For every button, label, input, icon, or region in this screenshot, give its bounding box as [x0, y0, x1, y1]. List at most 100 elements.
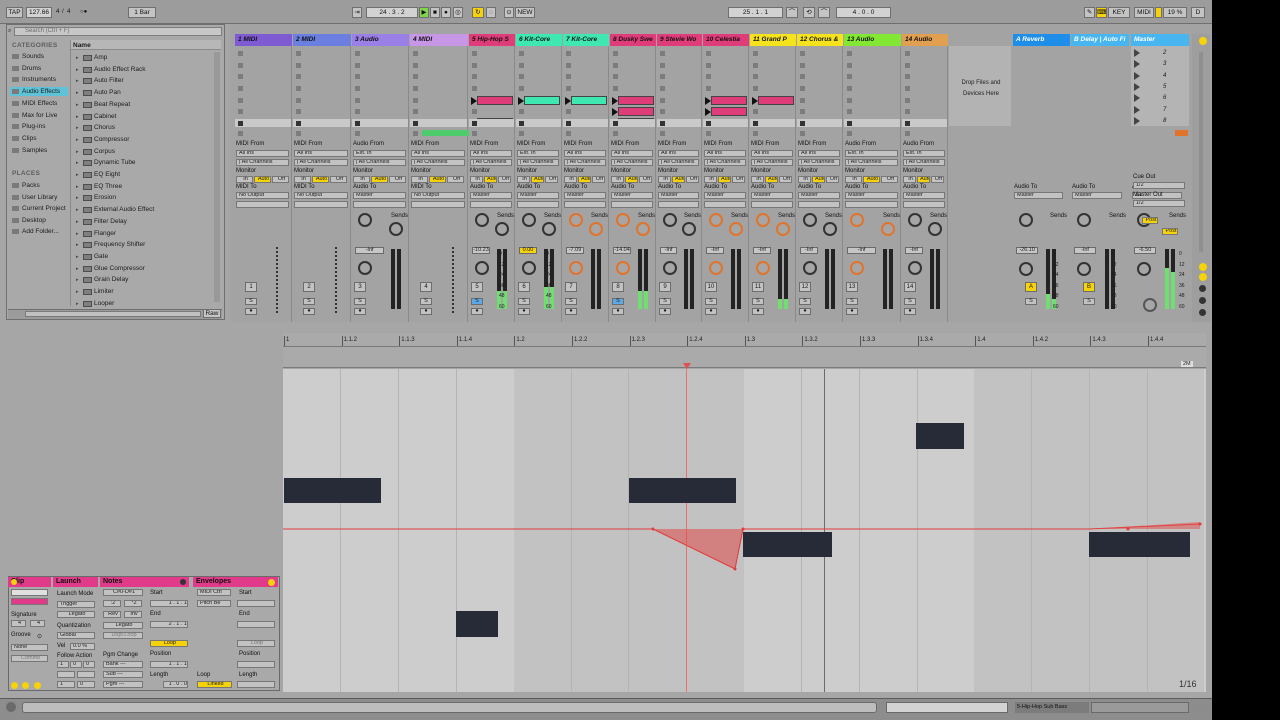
- return-header[interactable]: B Delay | Auto Fi: [1071, 34, 1129, 46]
- output-select[interactable]: No Output: [236, 192, 289, 199]
- follow-button[interactable]: ⇥: [352, 7, 362, 18]
- envelope-device-chooser[interactable]: MIDI Ctrl: [197, 589, 231, 596]
- expand-triangle-icon[interactable]: ▸: [76, 102, 79, 108]
- clip-stop-square-icon[interactable]: [472, 51, 477, 56]
- output-channel-select[interactable]: [411, 201, 465, 208]
- output-channel-select[interactable]: [294, 201, 348, 208]
- monitor-auto-button[interactable]: Auto: [254, 176, 271, 183]
- clip-stop-square-icon[interactable]: [706, 74, 711, 79]
- quantization-menu[interactable]: 1 Bar: [128, 7, 156, 18]
- expand-triangle-icon[interactable]: ▸: [76, 160, 79, 166]
- clip-stop-square-icon[interactable]: [660, 86, 665, 91]
- grid-zoom-label[interactable]: 1/16: [1179, 679, 1197, 689]
- volume-field[interactable]: -6.50: [1134, 247, 1156, 254]
- browser-item[interactable]: EQ Three: [94, 183, 122, 190]
- browser-item[interactable]: Audio Effect Rack: [94, 66, 146, 73]
- return-header[interactable]: A Reverb: [1013, 34, 1070, 46]
- returns-toggle-icon[interactable]: [1199, 285, 1206, 292]
- track-activator-button[interactable]: 2: [303, 282, 315, 292]
- clip[interactable]: [571, 96, 607, 105]
- place-add-folder-[interactable]: Add Folder...: [22, 228, 59, 235]
- pan-knob[interactable]: [803, 261, 817, 275]
- browser-item[interactable]: Beat Repeat: [94, 101, 130, 108]
- output-select[interactable]: Master: [564, 192, 606, 199]
- track-stop-button[interactable]: [706, 131, 711, 136]
- clip-stop-square-icon[interactable]: [238, 98, 243, 103]
- tempo-field[interactable]: 127.66: [26, 7, 52, 18]
- stop-button[interactable]: ■: [430, 7, 440, 18]
- send-a-knob[interactable]: [908, 213, 922, 227]
- monitor-auto-button[interactable]: Auto: [917, 176, 930, 183]
- clip-stop-square-icon[interactable]: [613, 51, 618, 56]
- monitor-in-button[interactable]: In: [704, 176, 717, 183]
- monitor-off-button[interactable]: Off: [779, 176, 792, 183]
- clip-stop-square-icon[interactable]: [566, 121, 571, 126]
- track-activator-button[interactable]: 7: [565, 282, 577, 292]
- scene-launch-icon[interactable]: [1134, 60, 1140, 69]
- arm-button[interactable]: ●: [245, 308, 257, 315]
- input-channel-select[interactable]: | All Channels: [564, 159, 606, 166]
- clip-stop-square-icon[interactable]: [660, 98, 665, 103]
- clip-stop-square-icon[interactable]: [905, 121, 910, 126]
- expand-triangle-icon[interactable]: ▸: [76, 231, 79, 237]
- monitor-auto-button[interactable]: Auto: [429, 176, 446, 183]
- monitor-off-button[interactable]: Off: [389, 176, 406, 183]
- monitor-in-button[interactable]: In: [658, 176, 671, 183]
- notes-toggle-icon[interactable]: [180, 579, 186, 585]
- track-activator-button[interactable]: 1: [245, 282, 257, 292]
- metronome-toggle[interactable]: ○●: [80, 9, 87, 15]
- clip-stop-square-icon[interactable]: [238, 74, 243, 79]
- pan-knob[interactable]: [756, 261, 770, 275]
- volume-field[interactable]: -Inf: [355, 247, 384, 254]
- clip-launch-icon[interactable]: [705, 97, 711, 105]
- monitor-auto-button[interactable]: Auto: [371, 176, 388, 183]
- input-source-select[interactable]: All Ins: [236, 150, 289, 157]
- track-activator-button[interactable]: 5: [471, 282, 483, 292]
- clip-stop-square-icon[interactable]: [238, 63, 243, 68]
- expand-triangle-icon[interactable]: ▸: [76, 254, 79, 260]
- automation-arm-button[interactable]: ◌: [486, 7, 496, 18]
- track-header[interactable]: 10 Celestia: [703, 34, 749, 46]
- track-activator-button[interactable]: 12: [799, 282, 811, 292]
- clip-stop-square-icon[interactable]: [296, 121, 301, 126]
- follow-action-a[interactable]: [57, 671, 75, 678]
- track-stop-button[interactable]: [519, 131, 524, 136]
- clip-stop-square-icon[interactable]: [296, 74, 301, 79]
- monitor-off-button[interactable]: Off: [272, 176, 289, 183]
- clip-stop-square-icon[interactable]: [660, 63, 665, 68]
- clip-launch-icon[interactable]: [471, 97, 477, 105]
- output-select[interactable]: Master: [798, 192, 840, 199]
- send-a-knob[interactable]: [569, 213, 583, 227]
- monitor-in-button[interactable]: In: [611, 176, 624, 183]
- volume-field[interactable]: -Inf: [905, 247, 923, 254]
- send-b-knob[interactable]: [389, 222, 403, 236]
- browser-item[interactable]: EQ Eight: [94, 171, 120, 178]
- monitor-in-button[interactable]: In: [470, 176, 483, 183]
- browser-item[interactable]: Limiter: [94, 288, 114, 295]
- clip[interactable]: [711, 96, 747, 105]
- track-header[interactable]: 2 MIDI: [293, 34, 351, 46]
- send-b-knob[interactable]: [928, 222, 942, 236]
- clip-stop-square-icon[interactable]: [519, 121, 524, 126]
- master-out-select[interactable]: 1/2: [1133, 200, 1185, 207]
- session-record-button[interactable]: ◎: [453, 7, 463, 18]
- track-activator-button[interactable]: 4: [420, 282, 432, 292]
- category-drums[interactable]: Drums: [22, 65, 41, 72]
- track-activator-button[interactable]: 3: [354, 282, 366, 292]
- pan-knob[interactable]: [569, 261, 583, 275]
- track-stop-button[interactable]: [847, 131, 852, 136]
- clip-stop-square-icon[interactable]: [660, 109, 665, 114]
- clip-stop-square-icon[interactable]: [238, 109, 243, 114]
- clip-stop-square-icon[interactable]: [296, 51, 301, 56]
- monitor-in-button[interactable]: In: [411, 176, 428, 183]
- monitor-auto-button[interactable]: Auto: [312, 176, 329, 183]
- clip[interactable]: [618, 107, 654, 116]
- input-source-select[interactable]: Ext. In: [903, 150, 945, 157]
- clip-stop-square-icon[interactable]: [413, 109, 418, 114]
- follow-chance-b[interactable]: 0: [77, 681, 95, 688]
- scene-launch-icon[interactable]: [1134, 49, 1140, 57]
- pitch-bend-envelope[interactable]: [283, 369, 1206, 692]
- clip-stop-square-icon[interactable]: [905, 51, 910, 56]
- arm-button[interactable]: ●: [303, 308, 315, 315]
- output-select[interactable]: Master: [658, 192, 699, 199]
